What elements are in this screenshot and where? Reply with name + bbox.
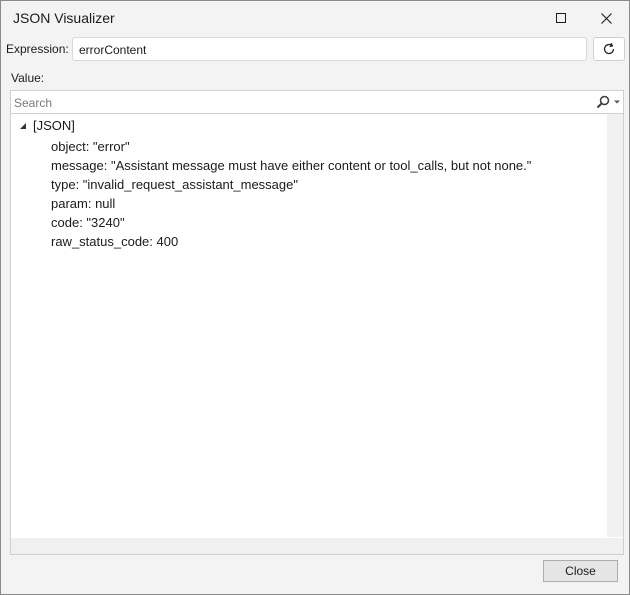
- refresh-button[interactable]: [593, 37, 625, 61]
- window-close-button[interactable]: [584, 1, 628, 35]
- search-box: [10, 90, 624, 114]
- tree-node[interactable]: message: "Assistant message must have ei…: [51, 156, 531, 175]
- tree-children: object: "error" message: "Assistant mess…: [51, 137, 531, 251]
- maximize-button[interactable]: [539, 1, 583, 35]
- horizontal-scrollbar[interactable]: [11, 538, 623, 554]
- json-visualizer-window: JSON Visualizer Expression: errorContent…: [0, 0, 630, 595]
- refresh-icon: [603, 42, 615, 55]
- tree-root-label: [JSON]: [33, 118, 75, 133]
- tree-node[interactable]: param: null: [51, 194, 531, 213]
- tree-node[interactable]: object: "error": [51, 137, 531, 156]
- tree-node[interactable]: code: "3240": [51, 213, 531, 232]
- tree-node[interactable]: raw_status_code: 400: [51, 232, 531, 251]
- json-tree-view[interactable]: [JSON] object: "error" message: "Assista…: [10, 114, 624, 555]
- tree-root-node[interactable]: [JSON]: [19, 118, 75, 133]
- vertical-scrollbar[interactable]: [607, 114, 623, 537]
- search-input[interactable]: [14, 95, 574, 111]
- title-bar: JSON Visualizer: [1, 1, 629, 35]
- value-label: Value:: [11, 71, 45, 85]
- maximize-icon: [556, 13, 566, 23]
- expression-label: Expression:: [6, 42, 69, 56]
- close-button[interactable]: Close: [543, 560, 618, 582]
- chevron-down-icon: [614, 100, 620, 104]
- expression-input[interactable]: errorContent: [72, 37, 587, 61]
- close-icon: [600, 12, 612, 24]
- tree-node[interactable]: type: "invalid_request_assistant_message…: [51, 175, 531, 194]
- search-icon: [596, 95, 610, 109]
- expand-arrow-icon[interactable]: [19, 122, 27, 130]
- search-options-button[interactable]: [596, 94, 624, 110]
- window-title: JSON Visualizer: [13, 10, 115, 26]
